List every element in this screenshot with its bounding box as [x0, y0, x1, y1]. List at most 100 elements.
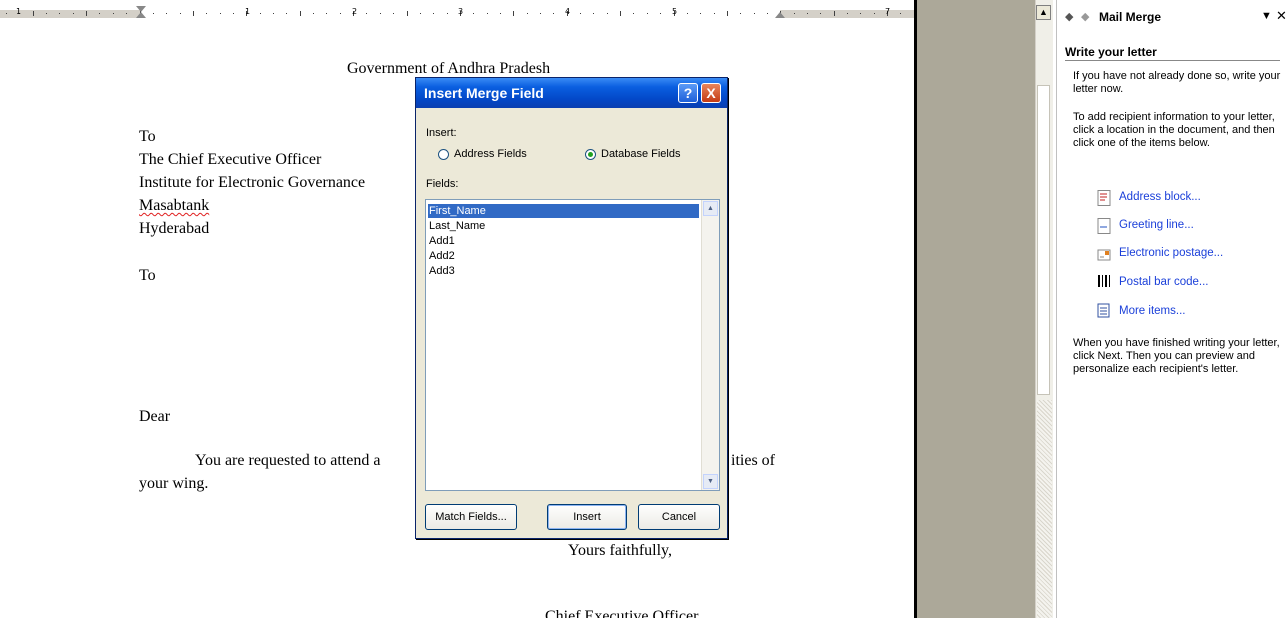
ruler-number: 1 [245, 7, 251, 16]
ruler-tick [166, 13, 168, 14]
workspace-background [917, 0, 1035, 618]
task-pane-close-icon[interactable]: ✕ [1276, 8, 1287, 24]
ruler-tick [646, 13, 648, 14]
ruler-tick [86, 11, 88, 16]
list-item[interactable]: Add3 [429, 264, 455, 278]
ruler-tick [580, 13, 582, 14]
ruler-number: 3 [458, 7, 464, 16]
ruler-tick [499, 13, 501, 14]
right-indent-marker[interactable] [775, 12, 785, 18]
fields-label: Fields: [426, 178, 459, 190]
greeting-line-icon [1097, 218, 1111, 234]
ruler-tick [313, 13, 315, 14]
radio-circle-selected [585, 149, 596, 160]
ruler-tick [219, 13, 221, 14]
scroll-up-button[interactable]: ▲ [1036, 5, 1051, 20]
instructions-text: To add recipient information to your let… [1073, 111, 1275, 149]
ruler-tick [379, 13, 381, 14]
list-item[interactable]: Add1 [429, 234, 455, 248]
letter-body-right: ities of [731, 452, 775, 469]
list-item[interactable]: Last_Name [429, 219, 485, 233]
insert-merge-field-dialog: Insert Merge Field ? X Insert: Address F… [415, 77, 728, 539]
address-fields-label: Address Fields [454, 148, 527, 160]
dialog-title: Insert Merge Field [424, 85, 544, 101]
ruler-tick [433, 13, 435, 14]
ruler-tick [473, 13, 475, 14]
address-block-icon [1097, 190, 1111, 206]
section-heading: Write your letter [1065, 45, 1280, 61]
letter-to-placeholder: To [139, 267, 156, 284]
radio-dot [588, 152, 593, 157]
ruler-tick [259, 13, 261, 14]
electronic-postage-label: Electronic postage... [1119, 247, 1224, 259]
ruler-tick [126, 13, 128, 14]
ruler-tick [273, 13, 274, 14]
database-fields-label: Database Fields [601, 148, 681, 160]
ruler-tick [152, 13, 154, 14]
letter-heading: Government of Andhra Pradesh [347, 60, 551, 77]
ruler-tick [820, 13, 822, 14]
address-block-label: Address block... [1119, 191, 1201, 203]
greeting-line-label: Greeting line... [1119, 219, 1194, 231]
task-pane-header: ◆ ◆ Mail Merge ▼ ✕ [1057, 0, 1287, 38]
ruler-tick [46, 13, 48, 14]
ruler-tick [59, 13, 61, 14]
dialog-titlebar[interactable]: Insert Merge Field ? X [416, 78, 727, 108]
back-icon[interactable]: ◆ [1065, 10, 1073, 23]
radio-circle [438, 149, 449, 160]
ruler-tick [366, 13, 368, 14]
hanging-indent-marker[interactable] [136, 12, 146, 18]
ruler-tick [206, 13, 208, 14]
ruler-tick [232, 13, 234, 14]
ruler-tick [713, 13, 715, 14]
ruler-tick [686, 13, 688, 14]
ruler-tick [900, 13, 902, 14]
ruler-right-margin [780, 10, 918, 18]
electronic-postage-icon [1097, 249, 1111, 261]
ruler-number: 7 [885, 7, 891, 16]
ruler-tick [326, 13, 328, 14]
letter-line: Hyderabad [139, 220, 210, 237]
list-scroll-down-icon[interactable]: ▼ [703, 474, 718, 489]
close-button[interactable]: X [701, 83, 721, 103]
match-fields-button[interactable]: Match Fields... [425, 504, 517, 530]
postal-bar-code-label: Postal bar code... [1119, 276, 1209, 288]
ruler-tick [446, 13, 448, 14]
letter-line: Institute for Electronic Governance [139, 174, 366, 191]
ruler-tick [192, 11, 194, 16]
insert-button[interactable]: Insert [547, 504, 627, 530]
help-button[interactable]: ? [678, 83, 698, 103]
task-pane-title: Mail Merge [1099, 10, 1162, 24]
letter-line-misspelled: Masabtank [139, 197, 210, 214]
list-item-selected[interactable]: First_Name [428, 204, 699, 218]
ruler-tick [299, 11, 301, 16]
task-pane-menu-icon[interactable]: ▼ [1261, 10, 1272, 22]
ruler-tick [833, 11, 835, 16]
ruler-tick [6, 13, 7, 14]
letter-line: To [139, 128, 156, 145]
ruler-tick [526, 13, 528, 14]
help-icon: ? [683, 85, 693, 101]
ruler-tick [606, 13, 608, 14]
ruler-number: 4 [565, 7, 571, 16]
ruler-tick [593, 13, 595, 14]
intro-text: If you have not already done so, write y… [1073, 70, 1281, 95]
finish-text: When you have finished writing your lett… [1073, 337, 1280, 375]
fields-listbox[interactable]: First_Name Last_Name Add1 Add2 Add3 ▲ ▼ [425, 199, 720, 491]
list-scrollbar[interactable]: ▲ ▼ [701, 200, 719, 490]
close-icon: X [706, 85, 716, 101]
list-scroll-up-icon[interactable]: ▲ [703, 201, 718, 216]
ruler-tick [32, 11, 34, 16]
scroll-thumb[interactable] [1037, 85, 1050, 395]
more-items-icon [1097, 303, 1110, 318]
list-item[interactable]: Add2 [429, 249, 455, 263]
ruler-tick [179, 13, 181, 14]
ruler-tick [860, 13, 862, 14]
ruler-tick [72, 13, 74, 14]
ruler-tick [700, 13, 702, 14]
forward-icon[interactable]: ◆ [1081, 10, 1089, 23]
cancel-button[interactable]: Cancel [638, 504, 720, 530]
letter-signature: Chief Executive Officer [545, 608, 699, 618]
insert-label: Insert: [426, 127, 457, 139]
horizontal-ruler[interactable]: 1 1 2 3 4 5 7 [0, 0, 918, 22]
